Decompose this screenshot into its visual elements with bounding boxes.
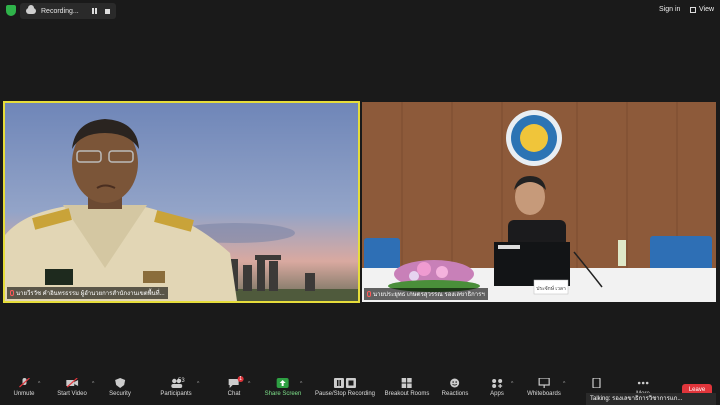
breakout-rooms-icon <box>401 378 413 388</box>
security-shield-icon[interactable] <box>6 5 16 16</box>
chat-badge: 1 <box>237 376 244 382</box>
apps-icon <box>491 378 503 388</box>
reactions-button[interactable]: Reactions <box>441 375 469 397</box>
unmute-button[interactable]: Unmute <box>13 375 35 397</box>
video-options-caret-icon[interactable]: ^ <box>92 381 94 387</box>
mic-muted-icon <box>367 291 371 297</box>
notes-icon <box>590 377 602 389</box>
whiteboards-options-caret-icon[interactable]: ^ <box>563 381 565 387</box>
smiley-plus-icon <box>449 378 461 388</box>
chat-options-caret-icon[interactable]: ^ <box>248 381 250 387</box>
unmute-label: Unmute <box>13 391 35 397</box>
participants-options-caret-icon[interactable]: ^ <box>197 381 199 387</box>
mic-muted-icon <box>10 290 14 296</box>
pause-recording-icon[interactable] <box>92 8 97 14</box>
participant-name: นายวีรวัช คำอินทรธรรม ผู้อำนวยการสำนักงา… <box>16 291 165 297</box>
share-options-caret-icon[interactable]: ^ <box>300 381 302 387</box>
apps-label: Apps <box>490 391 504 397</box>
apps-options-caret-icon[interactable]: ^ <box>511 381 513 387</box>
share-screen-button[interactable]: Share Screen <box>264 375 302 397</box>
whiteboards-button[interactable]: Whiteboards <box>527 375 561 397</box>
view-label: View <box>699 6 715 13</box>
recording-label: Pause/Stop Recording <box>314 391 376 397</box>
reactions-label: Reactions <box>441 391 469 397</box>
top-bar: Recording... Sign in View <box>0 0 720 22</box>
view-grid-icon <box>690 6 696 13</box>
stop-recording-icon[interactable] <box>105 8 110 14</box>
participants-icon: 53 <box>163 378 189 388</box>
recording-label: Recording... <box>41 7 79 15</box>
chat-label: Chat <box>227 391 241 397</box>
audio-options-caret-icon[interactable]: ^ <box>38 381 40 387</box>
start-video-button[interactable]: Start Video <box>57 375 87 397</box>
shield-icon <box>114 378 126 388</box>
pause-stop-recording-button[interactable]: Pause/Stop Recording <box>315 375 375 397</box>
mic-off-icon <box>18 377 30 388</box>
chat-button[interactable]: 1 Chat <box>227 375 244 397</box>
share-screen-icon <box>276 378 289 388</box>
nameplate-text: ประจักษ์ เวลา <box>536 285 566 292</box>
notes-button[interactable] <box>590 375 602 391</box>
talking-indicator: Talking: รองเลขาธิการวิชาการแก... <box>586 393 716 405</box>
participant-video-1 <box>5 103 358 301</box>
chat-icon: 1 <box>228 376 244 388</box>
camera-off-icon <box>65 377 78 388</box>
participant-name: นายประยุทธ เกษตรสุวรรณ รองเลขาธิการฯ <box>373 292 485 298</box>
cloud-icon <box>26 5 36 14</box>
recording-indicator: Recording... <box>20 3 116 19</box>
security-button[interactable]: Security <box>109 375 131 397</box>
participants-button[interactable]: 53 Participants <box>160 375 191 397</box>
whiteboard-icon <box>538 377 550 388</box>
recording-controls-icon <box>333 378 357 388</box>
more-dots-icon <box>637 378 649 388</box>
breakout-rooms-label: Breakout Rooms <box>384 391 430 397</box>
sign-in-link[interactable]: Sign in <box>659 6 680 13</box>
participant-video-tile-1[interactable]: นายวีรวัช คำอินทรธรรม ผู้อำนวยการสำนักงา… <box>3 101 360 303</box>
start-video-label: Start Video <box>57 391 87 397</box>
participant-name-tag: นายประยุทธ เกษตรสุวรรณ รองเลขาธิการฯ <box>364 288 488 300</box>
breakout-rooms-button[interactable]: Breakout Rooms <box>384 375 430 397</box>
share-screen-label: Share Screen <box>264 391 302 397</box>
participant-video-2: ประจักษ์ เวลา <box>362 102 716 302</box>
apps-button[interactable]: Apps <box>490 375 504 397</box>
participants-count: 53 <box>177 378 185 384</box>
security-label: Security <box>109 391 131 397</box>
participant-video-tile-2[interactable]: ประจักษ์ เวลา นายประยุทธ เกษตรสุวรรณ รอง… <box>362 102 716 302</box>
view-button[interactable]: View <box>690 6 714 13</box>
participant-name-tag: นายวีรวัช คำอินทรธรรม ผู้อำนวยการสำนักงา… <box>7 287 168 299</box>
participants-label: Participants <box>160 391 192 397</box>
whiteboards-label: Whiteboards <box>527 391 561 397</box>
